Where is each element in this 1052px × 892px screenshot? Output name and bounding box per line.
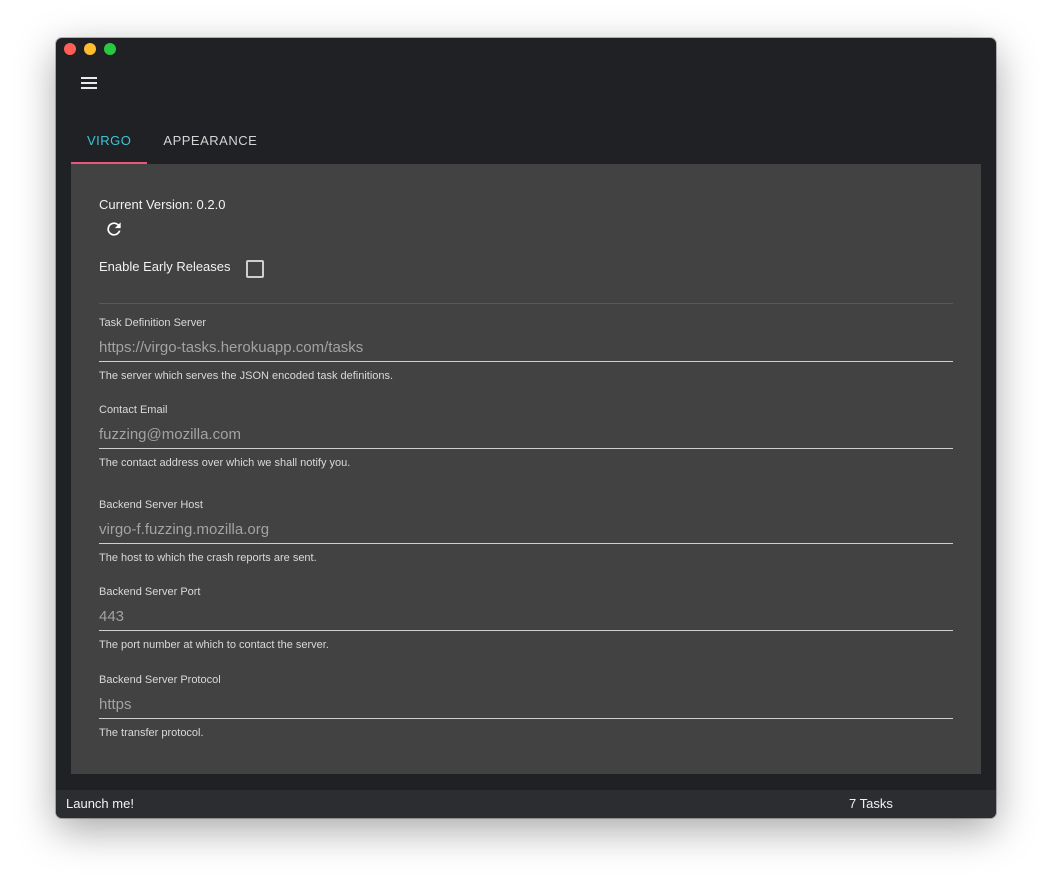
app-window: VIRGO APPEARANCE Current Version: 0.2.0 … — [56, 38, 996, 818]
backend-host-input[interactable] — [99, 520, 953, 544]
field-label: Task Definition Server — [99, 317, 206, 329]
divider — [99, 303, 953, 304]
field-help: The contact address over which we shall … — [99, 457, 351, 469]
window-minimize-button[interactable] — [84, 43, 96, 55]
launch-button[interactable]: Launch me! — [66, 796, 134, 811]
window-close-button[interactable] — [64, 43, 76, 55]
backend-host-field: Backend Server Host The host to which th… — [99, 498, 953, 564]
status-bar: Launch me! 7 Tasks — [56, 790, 996, 818]
window-maximize-button[interactable] — [104, 43, 116, 55]
early-releases-checkbox[interactable] — [246, 260, 264, 278]
settings-panel: Current Version: 0.2.0 Enable Early Rele… — [71, 164, 981, 774]
task-count: 7 Tasks — [849, 796, 893, 811]
contact-email-input[interactable] — [99, 425, 953, 449]
field-label: Contact Email — [99, 404, 168, 416]
tab-virgo[interactable]: VIRGO — [71, 124, 148, 164]
menu-icon[interactable] — [78, 72, 100, 94]
field-help: The host to which the crash reports are … — [99, 552, 317, 564]
field-label: Backend Server Host — [99, 499, 203, 511]
field-help: The server which serves the JSON encoded… — [99, 370, 394, 382]
contact-email-field: Contact Email The contact address over w… — [99, 403, 953, 469]
backend-port-input[interactable] — [99, 607, 953, 631]
refresh-icon[interactable] — [104, 219, 124, 239]
field-help: The transfer protocol. — [99, 727, 204, 739]
field-label: Backend Server Port — [99, 586, 201, 598]
tab-bar: VIRGO APPEARANCE — [71, 124, 273, 164]
early-releases-label: Enable Early Releases — [99, 259, 231, 274]
field-label: Backend Server Protocol — [99, 674, 221, 686]
backend-protocol-field: Backend Server Protocol The transfer pro… — [99, 673, 953, 739]
current-version: Current Version: 0.2.0 — [99, 197, 226, 212]
backend-protocol-input[interactable] — [99, 695, 953, 719]
task-server-input[interactable] — [99, 338, 953, 362]
task-server-field: Task Definition Server The server which … — [99, 316, 953, 382]
tab-appearance[interactable]: APPEARANCE — [147, 124, 273, 164]
field-help: The port number at which to contact the … — [99, 639, 329, 651]
backend-port-field: Backend Server Port The port number at w… — [99, 585, 953, 651]
